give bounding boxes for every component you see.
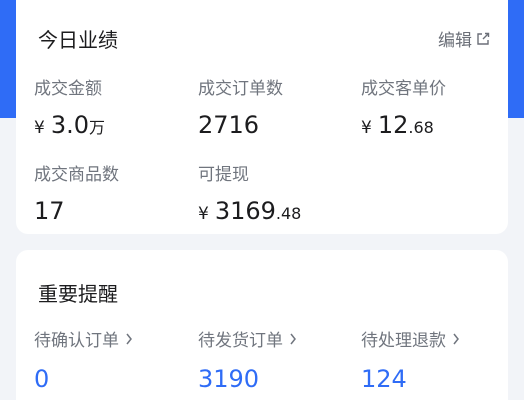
- chevron-right-icon: [290, 333, 296, 344]
- value-unit: 万: [89, 118, 106, 137]
- reminders-card: 重要提醒 待确认订单 0 待发货订单 3190 待处理退款 124: [16, 250, 508, 400]
- metric-label: 成交商品数: [34, 165, 119, 185]
- value-integer: 3169: [214, 197, 276, 225]
- value-decimal: .48: [275, 204, 302, 223]
- reminder-label-text: 待确认订单: [34, 331, 119, 351]
- currency-symbol: ¥: [198, 204, 209, 224]
- edit-label: 编辑: [438, 31, 472, 51]
- reminder-pending-ship[interactable]: 待发货订单 3190: [198, 326, 358, 393]
- currency-symbol: ¥: [361, 118, 372, 138]
- metric-value: ¥12.68: [361, 111, 521, 142]
- metric-label: 成交客单价: [361, 79, 446, 99]
- metric-avg-order-value: 成交客单价 ¥12.68: [361, 74, 521, 142]
- reminder-value: 0: [34, 365, 50, 393]
- value-integer: 12: [377, 111, 409, 139]
- chevron-right-icon: [126, 333, 132, 344]
- reminder-label: 待发货订单: [198, 326, 358, 351]
- value-integer: 17: [34, 197, 65, 225]
- metric-label: 可提现: [198, 165, 249, 185]
- metric-sales-amount: 成交金额 ¥3.0万: [34, 74, 194, 142]
- metric-value: 2716: [198, 111, 358, 139]
- reminder-value: 3190: [198, 365, 260, 393]
- chevron-right-icon: [453, 333, 459, 344]
- metric-item-count: 成交商品数 17: [34, 160, 194, 225]
- reminder-label-text: 待处理退款: [361, 331, 446, 351]
- performance-card: 今日业绩 编辑 成交金额 ¥3.0万 成交订单数 2716 成交客单价 ¥12.…: [16, 0, 508, 234]
- reminder-label-text: 待发货订单: [198, 331, 283, 351]
- edit-button[interactable]: 编辑: [438, 26, 490, 51]
- reminder-label: 待确认订单: [34, 326, 194, 351]
- metric-label: 成交订单数: [198, 79, 283, 99]
- metric-order-count: 成交订单数 2716: [198, 74, 358, 139]
- metric-value: 17: [34, 197, 194, 225]
- value-decimal: .68: [408, 118, 434, 137]
- reminder-label: 待处理退款: [361, 326, 521, 351]
- value-integer: 3.0: [50, 111, 89, 139]
- reminders-title: 重要提醒: [38, 282, 118, 306]
- metric-value: ¥3169.48: [198, 197, 358, 228]
- value-integer: 2716: [198, 111, 260, 139]
- reminder-pending-confirm[interactable]: 待确认订单 0: [34, 326, 194, 393]
- metric-label: 成交金额: [34, 79, 102, 99]
- currency-symbol: ¥: [34, 118, 45, 138]
- metric-value: ¥3.0万: [34, 111, 194, 142]
- edit-icon: [477, 32, 490, 45]
- reminder-pending-refund[interactable]: 待处理退款 124: [361, 326, 521, 393]
- metric-withdrawable: 可提现 ¥3169.48: [198, 160, 358, 228]
- reminder-value: 124: [361, 365, 407, 393]
- performance-title: 今日业绩: [38, 28, 118, 52]
